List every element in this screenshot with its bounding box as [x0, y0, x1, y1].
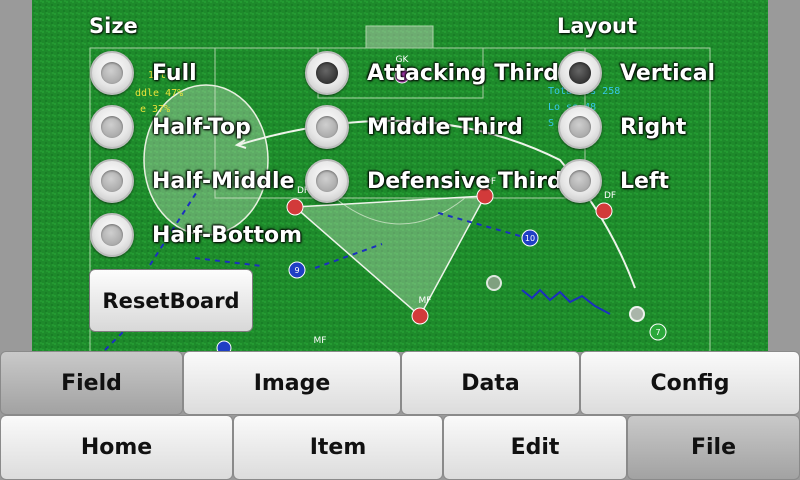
tab-item[interactable]: Item — [233, 415, 443, 480]
layout-option-right[interactable]: Right — [558, 104, 686, 150]
tab-config[interactable]: Config — [580, 351, 800, 415]
option-label: Defensive Third — [367, 168, 563, 194]
tab-field[interactable]: Field — [0, 351, 183, 415]
option-label: Half-Top — [152, 114, 251, 140]
radio-button[interactable] — [305, 105, 349, 149]
radio-button[interactable] — [558, 105, 602, 149]
player-number: 9 — [294, 266, 299, 275]
size-title: Size — [89, 14, 138, 38]
option-label: Right — [620, 114, 687, 140]
player-red — [411, 307, 429, 325]
radio-button[interactable] — [90, 51, 134, 95]
radio-button[interactable] — [558, 51, 602, 95]
tab-edit[interactable]: Edit — [443, 415, 627, 480]
radio-button[interactable] — [90, 105, 134, 149]
layout-option-vertical[interactable]: Vertical — [558, 50, 715, 96]
radio-button[interactable] — [305, 51, 349, 95]
option-label: Left — [620, 168, 670, 194]
area-option-defensive-third[interactable]: Defensive Third — [305, 158, 563, 204]
reset-board-button[interactable]: ResetBoard — [89, 269, 253, 332]
size-option-half-middle[interactable]: Half-Middle — [90, 158, 295, 204]
radio-button[interactable] — [90, 213, 134, 257]
option-label: Full — [152, 60, 197, 86]
layout-option-left[interactable]: Left — [558, 158, 669, 204]
tab-home[interactable]: Home — [0, 415, 233, 480]
player-number: 10 — [525, 234, 535, 243]
radio-button[interactable] — [90, 159, 134, 203]
player-number: 7 — [655, 328, 660, 337]
area-option-middle-third[interactable]: Middle Third — [305, 104, 523, 150]
size-option-half-bottom[interactable]: Half-Bottom — [90, 212, 302, 258]
tab-data[interactable]: Data — [401, 351, 580, 415]
option-label: Vertical — [620, 60, 716, 86]
radio-button[interactable] — [305, 159, 349, 203]
layout-title: Layout — [557, 14, 638, 38]
player-label: MF — [314, 336, 327, 346]
size-option-half-top[interactable]: Half-Top — [90, 104, 251, 150]
size-option-full[interactable]: Full — [90, 50, 197, 96]
area-option-attacking-third[interactable]: Attacking Third — [305, 50, 559, 96]
player-red — [595, 202, 613, 220]
radio-button[interactable] — [558, 159, 602, 203]
bottom-tab-bar: Home Item Edit File — [0, 415, 800, 480]
option-label: Attacking Third — [367, 60, 559, 86]
ball-icon — [629, 306, 645, 322]
player-label: MF — [419, 296, 432, 306]
stat-right: S — [548, 118, 554, 129]
option-label: Half-Bottom — [152, 222, 303, 248]
tab-file[interactable]: File — [627, 415, 800, 480]
tab-image[interactable]: Image — [183, 351, 401, 415]
ball-icon — [486, 275, 502, 291]
option-label: Middle Third — [367, 114, 523, 140]
top-tab-bar: Field Image Data Config — [0, 351, 800, 415]
option-label: Half-Middle — [152, 168, 295, 194]
